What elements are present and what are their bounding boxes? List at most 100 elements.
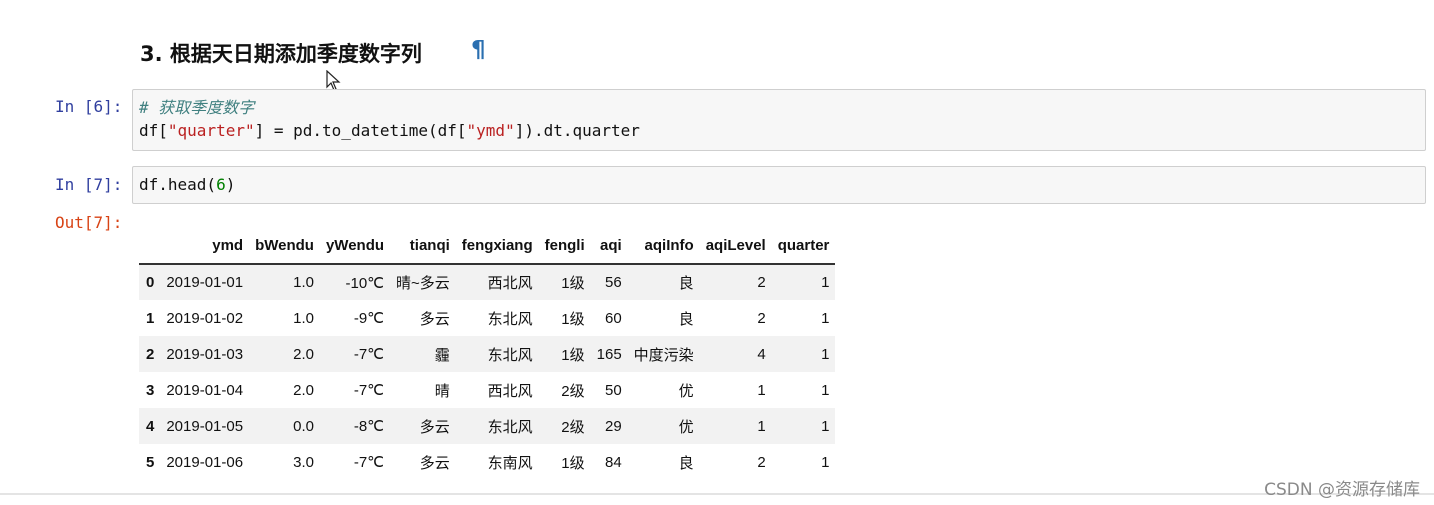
table-cell: 2级	[561, 382, 585, 400]
code-text: ]).dt.quarter	[514, 121, 640, 140]
table-cell: 晴~多云	[396, 275, 450, 292]
table-cell: 2	[757, 274, 766, 291]
table-cell: 2019-01-01	[166, 274, 244, 291]
table-cell: 1	[821, 309, 830, 327]
table-row: 3 2019-01-04 2.0 -7℃ 晴 西北风 2级 50 优 1 1	[139, 372, 835, 408]
header-row: ymd bWendu yWendu tianqi fengxiang fengli aqi a…	[139, 228, 836, 265]
table-cell: 西北风	[487, 275, 533, 292]
table-row: 5 2019-01-06 3.0 -7℃ 多云 东南风 1级 84 良 2 1	[139, 444, 835, 480]
table-cell: 1	[757, 417, 766, 435]
table-cell: -7℃	[353, 346, 385, 363]
table-row: 0 2019-01-01 1.0 -10℃ 晴~多云 西北风 1级 56 良 2 1	[139, 264, 836, 300]
table-cell: 60	[604, 309, 622, 327]
output-prompt-7: Out[7]:	[55, 213, 123, 232]
table-cell: 1级	[561, 275, 585, 292]
table-cell: 优	[678, 418, 694, 436]
table-cell: 2019-01-06	[166, 453, 244, 471]
column-header: yWendu	[319, 228, 391, 265]
table-header: ymd bWendu yWendu tianqi fengxiang fengli aqi a…	[139, 228, 836, 265]
notebook-view: 3. 根据天日期添加季度数字列 ¶ In [6]: # 获取季度数字 df["q…	[0, 0, 1434, 505]
table-cell: 1.0	[293, 309, 314, 327]
table-cell: 29	[604, 417, 622, 435]
table-cell: 良	[678, 275, 694, 292]
code-cell-7[interactable]: df.head(6)	[132, 166, 1426, 204]
table-cell: -8℃	[353, 418, 385, 435]
dataframe-table: ymd bWendu yWendu tianqi fengxiang fengli aqi a…	[139, 228, 836, 480]
row-index: 5	[146, 453, 155, 471]
table-cell: 多云	[419, 310, 450, 328]
table-cell: 0.0	[293, 417, 314, 435]
table-cell: -9℃	[353, 310, 385, 327]
table-cell: 良	[678, 310, 694, 328]
column-header: tianqi	[390, 228, 456, 265]
table-cell: 165	[596, 345, 622, 363]
table-cell: 霾	[434, 346, 450, 364]
table-cell: 1级	[561, 310, 585, 328]
code-text: )	[225, 175, 236, 194]
input-prompt-6: In [6]:	[55, 97, 123, 116]
column-header: fengxiang	[455, 228, 539, 265]
table-cell: -7℃	[353, 382, 385, 399]
table-row: 2 2019-01-03 2.0 -7℃ 霾 东北风 1级 165 中度污染 4 1	[139, 336, 836, 372]
table-row: 1 2019-01-02 1.0 -9℃ 多云 东北风 1级 60 良 2 1	[139, 300, 835, 336]
table-cell: 1级	[561, 454, 585, 472]
code-number: 6	[216, 175, 226, 194]
table-cell: 西北风	[487, 382, 533, 400]
table-cell: 东南风	[487, 454, 533, 472]
code-cell-6[interactable]: # 获取季度数字 df["quarter"] = pd.to_datetime(…	[132, 89, 1426, 151]
table-cell: 2	[757, 453, 766, 471]
column-header: bWendu	[249, 228, 320, 265]
table-cell: 2.0	[293, 345, 314, 363]
table-cell: 84	[604, 453, 622, 471]
code-string: "ymd"	[466, 121, 515, 140]
code-text: df.head(	[139, 175, 217, 194]
table-body: 0 2019-01-01 1.0 -10℃ 晴~多云 西北风 1级 56 良 2 1 1 2019-01…	[139, 264, 836, 480]
table-cell: 2019-01-02	[166, 309, 244, 327]
table-cell: 2.0	[293, 381, 314, 399]
column-header: aqiInfo	[627, 228, 700, 265]
divider	[0, 493, 1434, 495]
row-index: 4	[146, 417, 155, 435]
table-cell: 多云	[419, 418, 450, 436]
table-cell: 良	[678, 454, 694, 472]
table-cell: 东北风	[487, 310, 533, 328]
row-index: 1	[146, 309, 155, 327]
table-cell: 东北风	[487, 418, 533, 436]
column-header: aqiLevel	[699, 228, 772, 265]
table-cell: 1.0	[293, 274, 314, 291]
table-cell: 2	[757, 309, 766, 327]
table-cell: 1	[821, 417, 830, 435]
table-cell: 50	[604, 381, 622, 399]
watermark: CSDN @资源存储库	[1264, 480, 1420, 500]
table-cell: -10℃	[345, 274, 385, 292]
anchor-link-icon[interactable]: ¶	[471, 37, 486, 63]
code-text: df[	[139, 121, 168, 140]
column-header: fengli	[538, 228, 591, 265]
column-header: ymd	[160, 228, 250, 265]
table-cell: 56	[604, 274, 622, 291]
column-header: aqi	[590, 228, 628, 265]
table-cell: 1	[757, 381, 766, 399]
table-cell: 2019-01-05	[166, 417, 244, 435]
table-cell: 2019-01-04	[166, 381, 244, 399]
row-index: 0	[146, 274, 155, 291]
code-text: ] = pd.to_datetime(df[	[254, 121, 467, 140]
table-cell: 1	[821, 345, 830, 363]
code-string: "quarter"	[167, 121, 255, 140]
table-cell: 1	[821, 274, 830, 291]
code-comment: # 获取季度数字	[139, 98, 255, 117]
column-header: quarter	[771, 228, 836, 265]
table-cell: 1	[821, 381, 830, 399]
table-cell: 多云	[419, 454, 450, 472]
index-header	[139, 228, 161, 265]
table-cell: 优	[678, 382, 694, 400]
table-cell: 2级	[561, 418, 585, 436]
table-cell: 晴	[434, 382, 450, 400]
input-prompt-7: In [7]:	[55, 175, 123, 194]
table-cell: 东北风	[487, 346, 533, 364]
row-index: 2	[146, 345, 155, 363]
table-cell: 4	[757, 345, 766, 363]
table-cell: -7℃	[353, 454, 385, 471]
table-cell: 1	[821, 453, 830, 471]
row-index: 3	[146, 381, 155, 399]
